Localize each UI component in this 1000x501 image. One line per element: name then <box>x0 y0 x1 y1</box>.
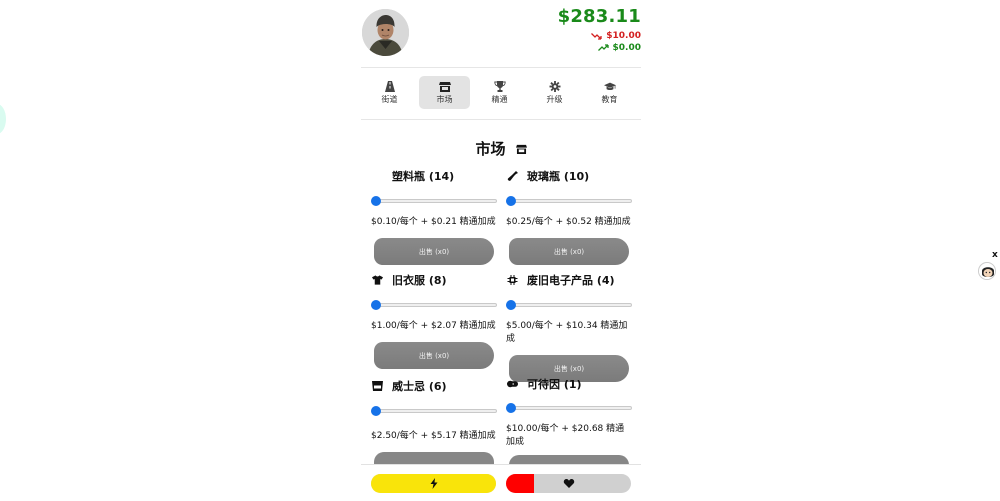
money-change-down: $10.00 <box>558 31 641 41</box>
energy-bar[interactable] <box>371 474 496 493</box>
health-fill <box>506 474 534 493</box>
market-title-text: 市场 <box>475 140 506 158</box>
item-name: 塑料瓶 (14) <box>392 170 455 183</box>
nav-tab-label: 升级 <box>546 94 563 104</box>
road-icon <box>384 80 395 92</box>
shirt-icon <box>372 275 383 285</box>
store-icon <box>515 144 527 154</box>
money-change-up: $0.00 <box>558 43 641 53</box>
lightning-icon <box>430 478 437 489</box>
slider-track <box>371 199 497 203</box>
nav-tab-street[interactable]: 街道 <box>364 76 415 109</box>
trophy-icon <box>493 80 506 92</box>
nav-tab-label: 街道 <box>381 94 398 104</box>
item-name: 废旧电子产品 (4) <box>527 274 615 287</box>
sell-button-whisky[interactable] <box>374 452 494 464</box>
slider-track <box>506 406 632 410</box>
item-head: 可待因 (1) <box>506 376 634 392</box>
store-icon <box>438 81 451 92</box>
market-item-old-clothes: 旧衣服 (8) $1.00/每个 + $2.07 精通加成 出售 (x0) <box>371 272 499 369</box>
nav-tab-label: 精通 <box>491 94 508 104</box>
item-price: $5.00/每个 + $10.34 精通加成 <box>506 321 628 344</box>
slider-thumb[interactable] <box>371 406 381 416</box>
item-icon-slot <box>506 171 519 181</box>
item-price: $2.50/每个 + $5.17 精通加成 <box>371 431 496 441</box>
item-head: 废旧电子产品 (4) <box>506 272 634 288</box>
pill-icon <box>507 380 518 388</box>
item-icon-slot <box>371 381 384 391</box>
graduation-cap-icon <box>603 82 616 90</box>
item-price: $10.00/每个 + $20.68 精通加成 <box>506 424 625 447</box>
money-change-down-value: $10.00 <box>606 31 641 41</box>
health-bar[interactable] <box>506 474 631 493</box>
market-item-plastic-bottles: 塑料瓶 (14) $0.10/每个 + $0.21 精通加成 出售 (x0) <box>371 168 499 265</box>
slider-track <box>506 303 632 307</box>
gear-icon <box>549 80 560 92</box>
item-icon-slot <box>506 275 519 285</box>
market-item-e-waste: 废旧电子产品 (4) $5.00/每个 + $10.34 精通加成 出售 (x0… <box>506 272 634 382</box>
item-name: 旧衣服 (8) <box>392 274 447 287</box>
decorative-blob <box>0 104 6 134</box>
quantity-slider[interactable] <box>506 300 632 310</box>
slider-thumb[interactable] <box>371 196 381 206</box>
nav-tab-education[interactable]: 教育 <box>584 76 635 109</box>
nav-tab-mastery[interactable]: 精通 <box>474 76 525 109</box>
item-name: 玻璃瓶 (10) <box>527 170 590 183</box>
item-price: $1.00/每个 + $2.07 精通加成 <box>371 321 496 331</box>
slider-track <box>371 303 497 307</box>
close-button[interactable]: x <box>992 250 998 260</box>
item-price: $0.25/每个 + $0.52 精通加成 <box>506 217 631 227</box>
sell-button[interactable]: 出售 (x0) <box>374 342 494 369</box>
item-name: 可待因 (1) <box>527 378 582 391</box>
quantity-slider[interactable] <box>506 196 632 206</box>
slider-thumb[interactable] <box>506 403 516 413</box>
player-avatar <box>362 9 409 56</box>
nav-tab-upgrade[interactable]: 升级 <box>529 76 580 109</box>
market-title: 市场 <box>361 138 641 159</box>
app: $283.11 $10.00 $0.00 街道 市场 精通 升级 教育 市场 塑… <box>361 0 641 501</box>
nav-tab-label: 市场 <box>436 94 453 104</box>
quantity-slider[interactable] <box>371 300 497 310</box>
header: $283.11 $10.00 $0.00 <box>361 0 641 68</box>
money-panel: $283.11 $10.00 $0.00 <box>558 6 641 53</box>
item-name: 威士忌 (6) <box>392 380 447 393</box>
bottle-icon <box>507 171 518 181</box>
slider-track <box>371 409 497 413</box>
slider-thumb[interactable] <box>506 300 516 310</box>
money-total: $283.11 <box>557 6 641 27</box>
glass-icon <box>372 381 383 391</box>
market-item-whisky: 威士忌 (6) $2.50/每个 + $5.17 精通加成 <box>371 378 499 443</box>
nav-tab-market[interactable]: 市场 <box>419 76 470 109</box>
item-head: 塑料瓶 (14) <box>371 168 499 184</box>
market-item-codeine: 可待因 (1) $10.00/每个 + $20.68 精通加成 <box>506 376 634 449</box>
chat-avatar-icon[interactable] <box>978 262 996 280</box>
market-item-glass-bottles: 玻璃瓶 (10) $0.25/每个 + $0.52 精通加成 出售 (x0) <box>506 168 634 265</box>
item-icon-slot <box>506 379 519 389</box>
heart-icon <box>563 479 574 488</box>
main-nav: 街道 市场 精通 升级 教育 <box>361 68 641 120</box>
item-head: 旧衣服 (8) <box>371 272 499 288</box>
chip-icon <box>507 275 518 285</box>
item-icon-slot <box>371 275 384 285</box>
trend-down-icon <box>591 33 602 40</box>
item-head: 威士忌 (6) <box>371 378 499 394</box>
slider-thumb[interactable] <box>371 300 381 310</box>
quantity-slider[interactable] <box>506 403 632 413</box>
slider-track <box>506 199 632 203</box>
nav-tab-label: 教育 <box>601 94 618 104</box>
status-bar <box>361 464 641 501</box>
item-head: 玻璃瓶 (10) <box>506 168 634 184</box>
item-price: $0.10/每个 + $0.21 精通加成 <box>371 217 496 227</box>
trend-up-icon <box>597 44 609 51</box>
money-change-up-value: $0.00 <box>612 43 641 53</box>
quantity-slider[interactable] <box>371 406 497 416</box>
quantity-slider[interactable] <box>371 196 497 206</box>
sell-button[interactable]: 出售 (x0) <box>374 238 494 265</box>
slider-thumb[interactable] <box>506 196 516 206</box>
sell-button[interactable]: 出售 (x0) <box>509 238 629 265</box>
